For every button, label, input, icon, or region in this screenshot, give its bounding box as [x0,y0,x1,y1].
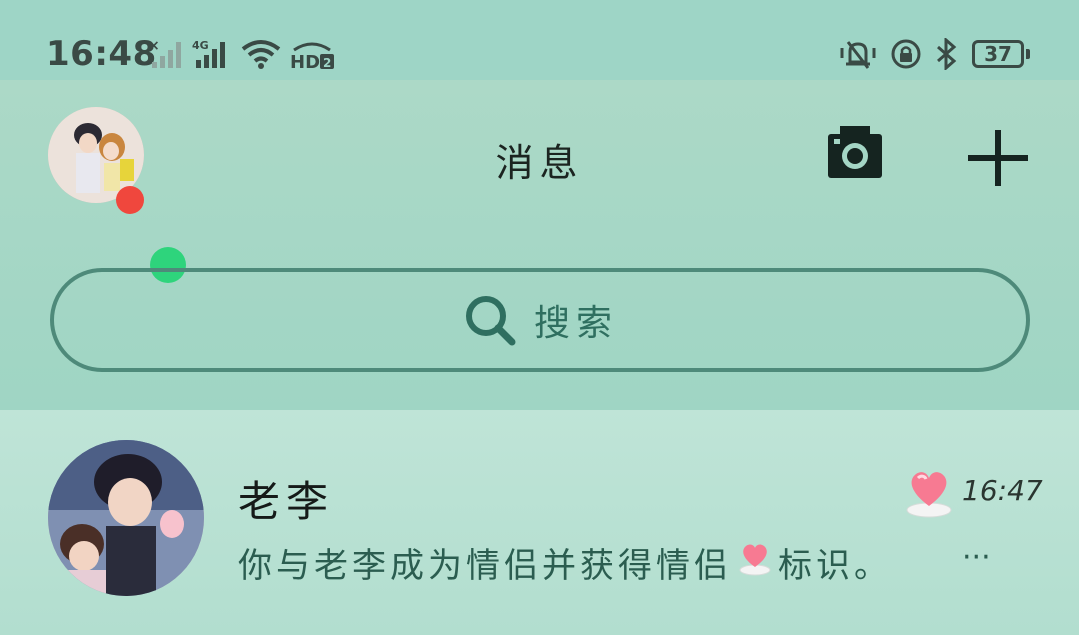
signal-off-icon: × [148,38,184,74]
bluetooth-icon [934,36,960,74]
plus-icon [968,130,1028,186]
hd-icon: HD 2 [290,40,338,74]
wifi-icon [240,38,282,74]
contact-avatar[interactable] [48,440,204,596]
status-bar: 16:48 × 4G HD 2 37 [0,0,1079,80]
contact-name: 老李 [238,477,335,526]
search-label: 搜索 [533,303,618,344]
signal-4g-icon: 4G [192,38,232,74]
preview-ellipsis: ··· [962,540,991,575]
camera-icon [828,126,882,178]
svg-text:×: × [148,38,160,54]
list-item[interactable]: 老李 16:47 你与老李成为情侣并获得情侣 标识。 ··· [0,410,1079,635]
unread-dot [116,186,144,214]
battery-icon: 37 [972,40,1024,68]
preview-text-end: 标识。 [778,546,892,586]
search-bar[interactable]: 搜索 [50,268,1030,372]
battery-tip [1026,49,1030,59]
heart-icon [738,540,772,585]
page-title: 消息 [495,141,584,185]
camera-button[interactable] [826,124,884,184]
heart-icon [904,466,954,522]
silent-icon [838,38,878,74]
svg-text:HD: HD [290,52,320,70]
search-icon [465,296,516,346]
rotation-lock-icon [890,38,924,74]
network-label: 4G [192,39,209,52]
conversation-list: 老李 16:47 你与老李成为情侣并获得情侣 标识。 ··· [0,410,1079,635]
svg-text:2: 2 [323,56,331,70]
message-time: 16:47 [962,474,1043,507]
add-button[interactable] [966,126,1030,194]
preview-text: 你与老李成为情侣并获得情侣 [238,546,732,586]
message-preview: 你与老李成为情侣并获得情侣 标识。 [238,538,892,587]
header: 消息 搜索 [0,80,1079,410]
status-time: 16:48 [46,34,157,74]
